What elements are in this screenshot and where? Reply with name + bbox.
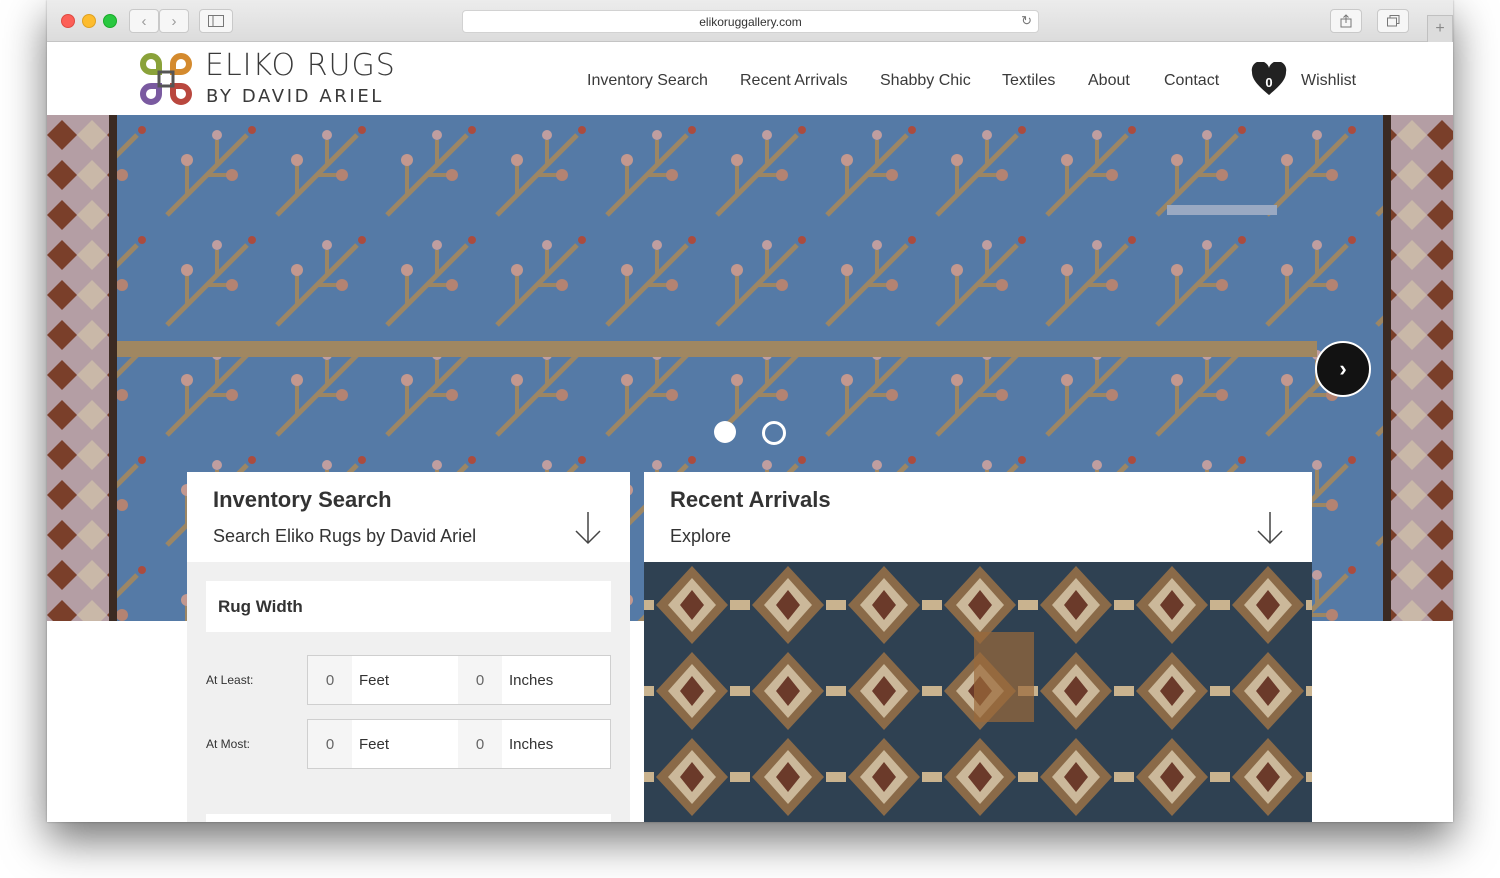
new-tab-button[interactable]: + [1427,15,1453,43]
recent-arrivals-panel-header[interactable]: Recent Arrivals Explore [644,472,1312,562]
chevron-right-icon: › [171,12,177,30]
at-least-inches-input[interactable]: 0 [458,656,502,704]
address-bar[interactable]: elikoruggallery.com ↻ [462,10,1039,33]
recent-arrivals-title: Recent Arrivals [670,487,831,512]
zoom-window-button[interactable] [103,14,117,28]
nav-about[interactable]: About [1088,72,1130,90]
share-icon [1340,14,1352,28]
at-most-input-group: 0 Feet 0 Inches [307,719,611,769]
chevron-left-icon: ‹ [141,12,147,30]
at-least-label: At Least: [206,673,254,687]
at-least-feet-unit: Feet [352,656,458,704]
at-most-inches-unit: Inches [502,720,608,768]
recent-arrival-rug-image[interactable] [644,562,1312,822]
inventory-search-subtitle: Search Eliko Rugs by David Ariel [213,526,477,546]
logo-title[interactable]: ELIKO RUGS [205,48,396,83]
carousel-dot-2[interactable] [762,421,786,445]
at-most-inches-input[interactable]: 0 [458,720,502,768]
site-header: ELIKO RUGS BY DAVID ARIEL Inventory Sear… [47,42,1453,115]
recent-arrivals-subtitle: Explore [670,526,732,546]
at-least-input-group: 0 Feet 0 Inches [307,655,611,705]
carousel-next-button[interactable]: › [1315,341,1371,397]
share-button[interactable] [1330,9,1362,33]
inventory-search-form: Rug Width At Least: 0 Feet 0 Inches At M… [187,562,630,822]
at-least-feet-input[interactable]: 0 [308,656,352,704]
browser-window: ‹ › elikoruggallery.com ↻ + ELIKO RUGS B… [47,0,1453,822]
tabs-icon [1386,15,1399,27]
at-most-label: At Most: [206,737,251,751]
at-most-feet-unit: Feet [352,720,458,768]
nav-contact[interactable]: Contact [1164,72,1219,90]
inventory-search-panel-header[interactable]: Inventory Search Search Eliko Rugs by Da… [187,472,630,562]
url-text: elikoruggallery.com [699,14,802,29]
nav-recent-arrivals[interactable]: Recent Arrivals [740,72,848,90]
rug-width-heading: Rug Width [218,597,303,616]
nav-wishlist[interactable]: Wishlist [1301,72,1356,90]
rug-pattern-image [644,562,1312,822]
next-filter-section[interactable] [206,814,611,822]
inventory-search-title: Inventory Search [213,487,392,512]
carousel-dot-1[interactable] [714,421,736,443]
logo-knot-icon[interactable] [139,52,193,106]
close-window-button[interactable] [61,14,75,28]
arrow-down-icon[interactable] [1256,510,1284,546]
nav-inventory-search[interactable]: Inventory Search [587,72,708,90]
at-least-inches-unit: Inches [502,656,608,704]
reload-icon[interactable]: ↻ [1021,13,1032,29]
sidebar-button[interactable] [199,9,233,33]
browser-toolbar: ‹ › elikoruggallery.com ↻ + [47,0,1453,43]
plus-icon: + [1435,20,1445,37]
rug-width-section[interactable]: Rug Width [206,581,611,632]
chevron-right-icon: › [1339,356,1347,381]
logo-subtitle[interactable]: BY DAVID ARIEL [206,86,384,107]
wishlist-count-badge: 0 [1265,75,1273,90]
sidebar-icon [208,15,224,27]
minimize-window-button[interactable] [82,14,96,28]
back-button[interactable]: ‹ [129,9,159,33]
nav-shabby-chic[interactable]: Shabby Chic [880,72,971,90]
forward-button[interactable]: › [159,9,189,33]
arrow-down-icon[interactable] [574,510,602,546]
tabs-overview-button[interactable] [1377,9,1409,33]
nav-textiles[interactable]: Textiles [1002,72,1055,90]
at-most-feet-input[interactable]: 0 [308,720,352,768]
